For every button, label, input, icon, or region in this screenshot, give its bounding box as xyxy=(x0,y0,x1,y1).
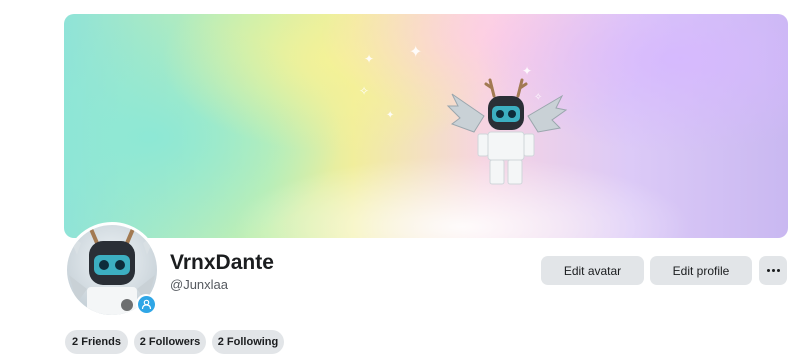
following-count-chip[interactable]: 2 Following xyxy=(212,330,284,354)
edit-profile-button[interactable]: Edit profile xyxy=(650,256,752,285)
status-badge xyxy=(136,294,156,314)
avatar-scene-banner[interactable]: ✦ ✦ ✧ ✦ ✧ ✦ 3D xyxy=(64,14,788,238)
edit-avatar-button[interactable]: Edit avatar xyxy=(541,256,644,285)
sparkle-decoration: ✦ xyxy=(386,110,395,121)
more-options-icon xyxy=(766,269,780,272)
avatar-3d-figure xyxy=(446,78,568,185)
more-options-button[interactable] xyxy=(759,256,787,285)
profile-page: ✦ ✦ ✧ ✦ ✧ ✦ 3D xyxy=(0,0,800,357)
sparkle-decoration: ✧ xyxy=(359,84,370,98)
sparkle-decoration: ✦ xyxy=(409,44,423,61)
username: @Junxlaa xyxy=(170,277,229,292)
user-online-icon xyxy=(137,295,155,313)
sparkle-decoration: ✦ xyxy=(364,52,375,66)
display-name: VrnxDante xyxy=(170,251,274,274)
friends-count-chip[interactable]: 2 Friends xyxy=(65,330,128,354)
followers-count-chip[interactable]: 2 Followers xyxy=(134,330,206,354)
